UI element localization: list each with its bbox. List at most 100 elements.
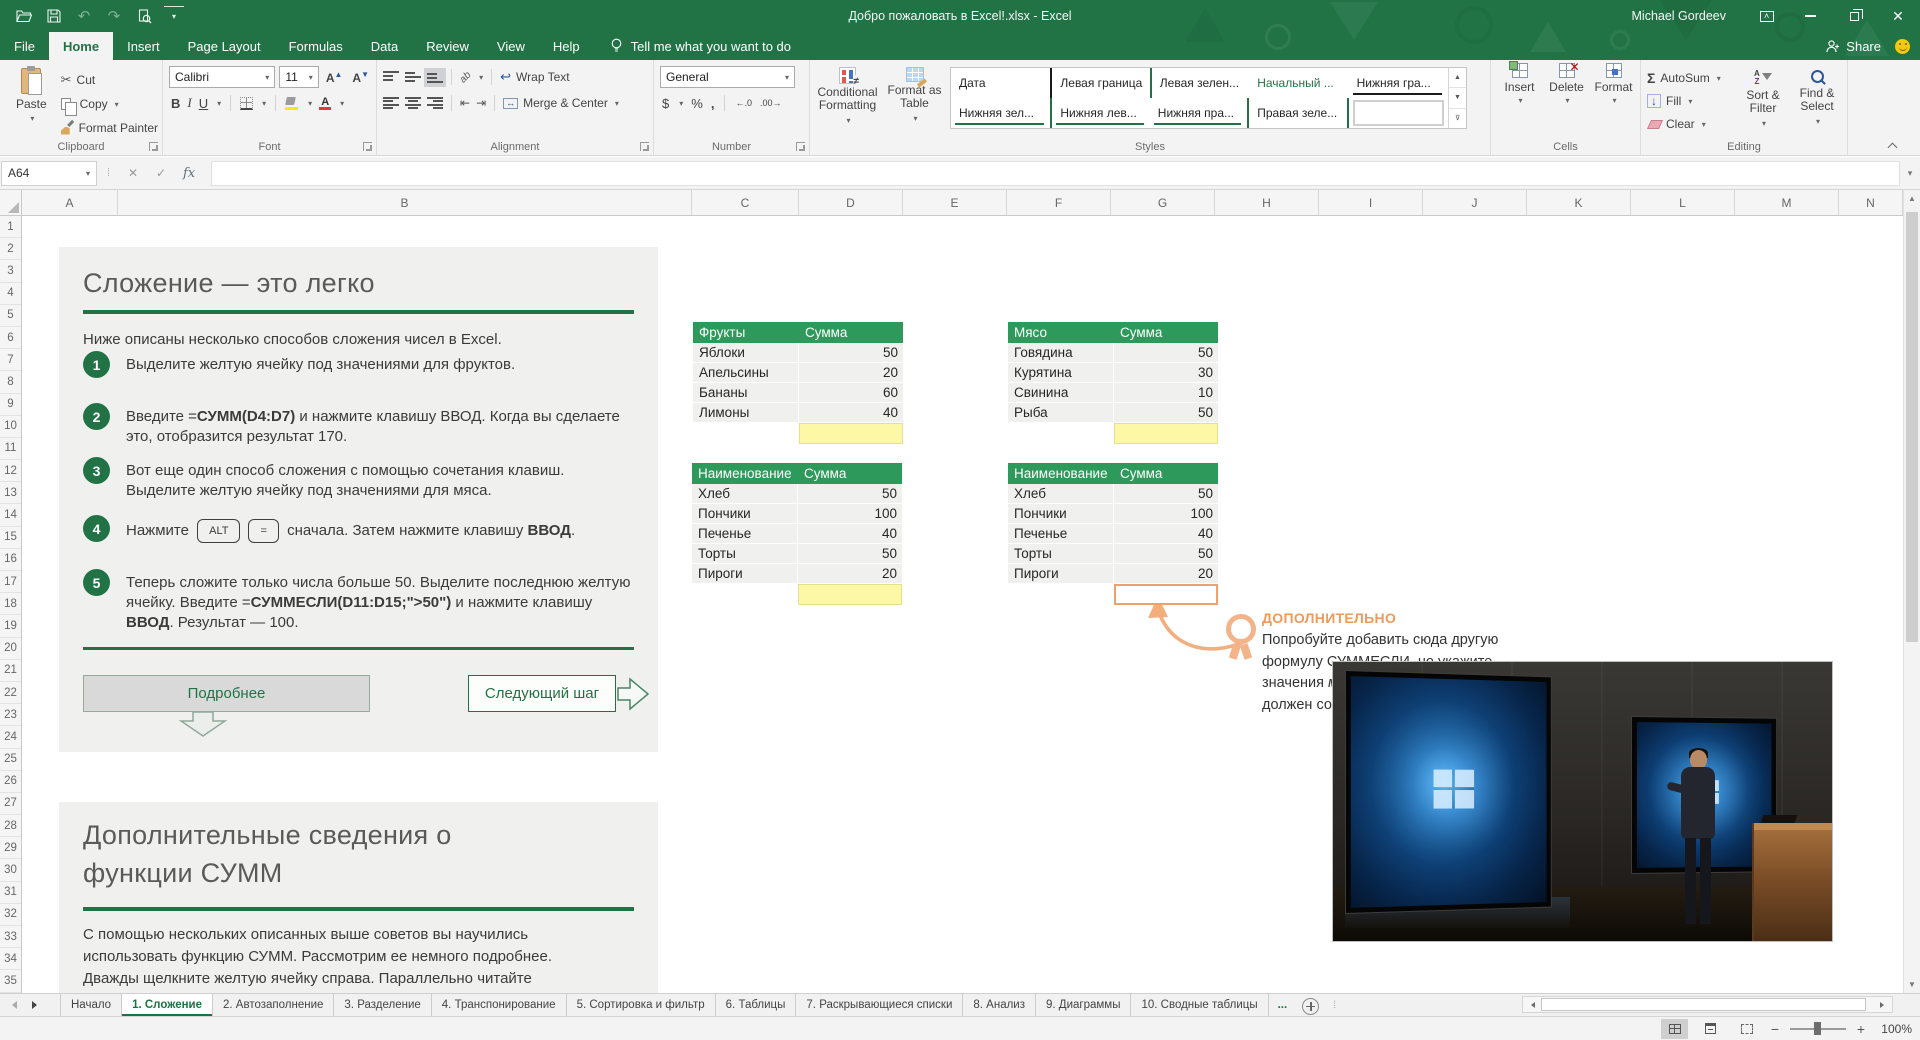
column-header-C[interactable]: C bbox=[692, 190, 799, 215]
row-header-30[interactable]: 30 bbox=[0, 859, 21, 881]
cell-style-нижняя-гра-[interactable]: Нижняя гра... bbox=[1349, 68, 1448, 98]
cell-style-начальный-[interactable]: Начальный ... bbox=[1249, 68, 1348, 98]
row-header-25[interactable]: 25 bbox=[0, 749, 21, 771]
row-header-31[interactable]: 31 bbox=[0, 882, 21, 904]
column-header-N[interactable]: N bbox=[1839, 190, 1903, 215]
sheet-tab-1-сложение[interactable]: 1. Сложение bbox=[122, 994, 213, 1016]
row-header-26[interactable]: 26 bbox=[0, 771, 21, 793]
column-header-I[interactable]: I bbox=[1319, 190, 1423, 215]
format-as-table-button[interactable]: Format as Table ▾ bbox=[883, 64, 946, 138]
row-header-24[interactable]: 24 bbox=[0, 726, 21, 748]
gallery-scroll-up[interactable]: ▲ bbox=[1449, 68, 1466, 88]
ribbon-tab-data[interactable]: Data bbox=[357, 32, 412, 60]
find-select-button[interactable]: Find & Select ▾ bbox=[1791, 67, 1843, 138]
percent-style-button[interactable]: % bbox=[691, 96, 703, 111]
table-row[interactable]: Пироги20 bbox=[1008, 564, 1218, 584]
column-header-E[interactable]: E bbox=[903, 190, 1007, 215]
normal-view-button[interactable] bbox=[1661, 1019, 1688, 1039]
column-header-D[interactable]: D bbox=[799, 190, 903, 215]
print-preview-icon[interactable] bbox=[134, 6, 154, 26]
scroll-right-arrow[interactable] bbox=[1875, 997, 1892, 1012]
decrease-decimal-button[interactable]: .00→ bbox=[760, 98, 782, 108]
middle-align-button[interactable] bbox=[405, 71, 421, 84]
ribbon-tab-help[interactable]: Help bbox=[539, 32, 594, 60]
table-row[interactable]: Свинина10 bbox=[1008, 383, 1218, 403]
column-header-G[interactable]: G bbox=[1111, 190, 1215, 215]
name-box[interactable]: A64▾ bbox=[1, 161, 97, 186]
row-header-29[interactable]: 29 bbox=[0, 837, 21, 859]
paste-button[interactable]: Paste ▾ bbox=[6, 64, 57, 138]
answer-cell-yellow[interactable] bbox=[798, 584, 902, 605]
restore-button[interactable] bbox=[1832, 0, 1876, 32]
column-header-M[interactable]: M bbox=[1735, 190, 1839, 215]
row-header-5[interactable]: 5 bbox=[0, 305, 21, 327]
sheet-tab-2-автозаполнение[interactable]: 2. Автозаполнение bbox=[213, 994, 334, 1016]
column-header-A[interactable]: A bbox=[22, 190, 118, 215]
row-header-16[interactable]: 16 bbox=[0, 549, 21, 571]
cut-button[interactable]: ✂Cut bbox=[61, 70, 158, 90]
ribbon-tab-page-layout[interactable]: Page Layout bbox=[174, 32, 275, 60]
column-header-L[interactable]: L bbox=[1631, 190, 1735, 215]
clear-button[interactable]: Clear▾ bbox=[1647, 114, 1737, 134]
table-row[interactable]: Курятина30 bbox=[1008, 363, 1218, 383]
cell-style-левая-граница[interactable]: Левая граница bbox=[1050, 68, 1149, 98]
alignment-dialog-launcher[interactable] bbox=[640, 142, 649, 151]
clipboard-dialog-launcher[interactable] bbox=[149, 142, 158, 151]
row-header-8[interactable]: 8 bbox=[0, 371, 21, 393]
table-row[interactable]: Говядина50 bbox=[1008, 343, 1218, 363]
answer-cell-yellow[interactable] bbox=[799, 423, 903, 444]
sheet-tabs-overflow[interactable]: ... bbox=[1269, 994, 1297, 1016]
grow-font-button[interactable]: A▲ bbox=[323, 70, 346, 85]
undo-icon[interactable]: ↶ bbox=[74, 6, 94, 26]
sheet-tab-4-транспонирование[interactable]: 4. Транспонирование bbox=[432, 994, 567, 1016]
delete-cells-button[interactable]: Delete▾ bbox=[1544, 63, 1589, 138]
table-row[interactable]: Торты50 bbox=[1008, 544, 1218, 564]
row-header-32[interactable]: 32 bbox=[0, 904, 21, 926]
redo-icon[interactable]: ↷ bbox=[104, 6, 124, 26]
decrease-indent-button[interactable]: ⇤ bbox=[460, 96, 470, 110]
conditional-formatting-button[interactable]: Conditional Formatting ▾ bbox=[816, 64, 879, 138]
column-header-B[interactable]: B bbox=[118, 190, 692, 215]
page-layout-view-button[interactable] bbox=[1697, 1019, 1724, 1039]
scroll-down-arrow[interactable]: ▼ bbox=[1904, 976, 1920, 993]
select-all-corner[interactable] bbox=[0, 190, 22, 215]
zoom-out-button[interactable]: − bbox=[1769, 1021, 1781, 1037]
sheet-nav-left[interactable] bbox=[0, 994, 24, 1016]
font-name-combo[interactable]: Calibri▾ bbox=[169, 66, 275, 88]
row-header-33[interactable]: 33 bbox=[0, 926, 21, 948]
sheet-nav-right[interactable] bbox=[24, 994, 48, 1016]
insert-cells-button[interactable]: Insert▾ bbox=[1497, 63, 1542, 138]
feedback-smiley-icon[interactable] bbox=[1895, 39, 1910, 54]
format-cells-button[interactable]: Format▾ bbox=[1591, 63, 1636, 138]
row-header-18[interactable]: 18 bbox=[0, 593, 21, 615]
sheet-tab-6-таблицы[interactable]: 6. Таблицы bbox=[716, 994, 797, 1016]
fill-button[interactable]: ↓Fill▾ bbox=[1647, 91, 1737, 111]
sheet-tab-7-раскрывающиеся-списки[interactable]: 7. Раскрывающиеся списки bbox=[796, 994, 963, 1016]
row-header-2[interactable]: 2 bbox=[0, 238, 21, 260]
cell-style-дата[interactable]: Дата bbox=[951, 68, 1050, 98]
more-details-button[interactable]: Подробнее bbox=[83, 675, 370, 712]
align-center-button[interactable] bbox=[405, 97, 421, 110]
row-header-35[interactable]: 35 bbox=[0, 970, 21, 992]
italic-button[interactable]: I bbox=[187, 95, 191, 111]
row-header-19[interactable]: 19 bbox=[0, 615, 21, 637]
new-sheet-button[interactable] bbox=[1302, 998, 1319, 1015]
row-header-7[interactable]: 7 bbox=[0, 349, 21, 371]
next-step-button[interactable]: Следующий шаг bbox=[468, 675, 616, 712]
open-file-icon[interactable] bbox=[14, 6, 34, 26]
table-row[interactable]: Пончики100 bbox=[1008, 504, 1218, 524]
cell-style-левая-зелен-[interactable]: Левая зелен... bbox=[1150, 68, 1249, 98]
cell-style-нижняя-пра-[interactable]: Нижняя пра... bbox=[1150, 98, 1249, 128]
zoom-in-button[interactable]: + bbox=[1855, 1021, 1867, 1037]
sheet-tab-3-разделение[interactable]: 3. Разделение bbox=[334, 994, 431, 1016]
autosum-button[interactable]: ΣAutoSum▾ bbox=[1647, 68, 1737, 88]
borders-button[interactable] bbox=[240, 97, 253, 110]
sheet-tab-5-сортировка-и-фильтр[interactable]: 5. Сортировка и фильтр bbox=[567, 994, 716, 1016]
ribbon-display-options-icon[interactable] bbox=[1752, 0, 1782, 32]
table-row[interactable]: Печенье40 bbox=[692, 524, 902, 544]
top-align-button[interactable] bbox=[383, 71, 399, 84]
table-row[interactable]: Пироги20 bbox=[692, 564, 902, 584]
font-size-combo[interactable]: 11▾ bbox=[279, 66, 319, 88]
cell-style-правая-зеле-[interactable]: Правая зеле... bbox=[1249, 98, 1348, 128]
table-row[interactable]: Хлеб50 bbox=[1008, 484, 1218, 504]
